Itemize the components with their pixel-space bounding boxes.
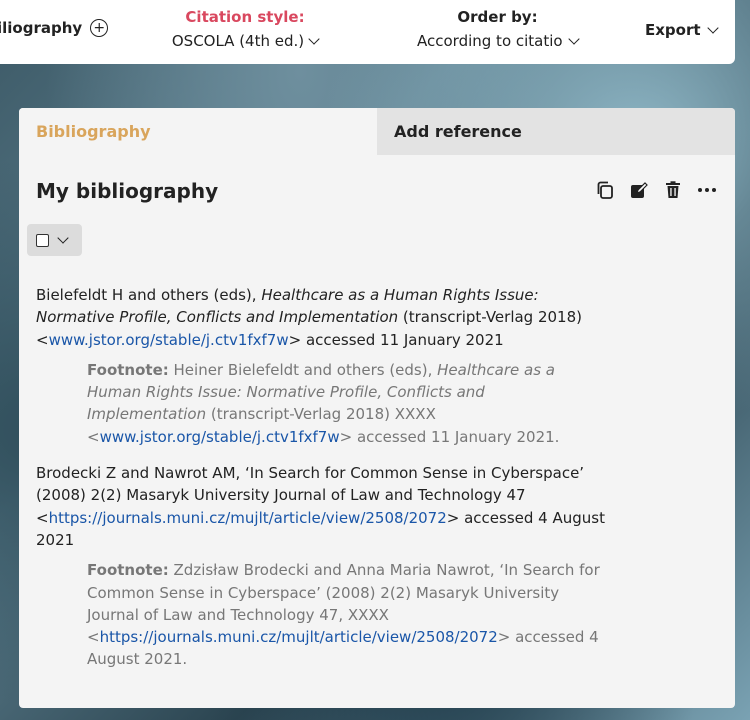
bibliography-selector[interactable]: iliography + [0, 19, 109, 37]
chevron-down-icon [568, 33, 580, 45]
order-by-dropdown[interactable]: According to citation style [395, 32, 600, 50]
export-dropdown[interactable]: Export [645, 21, 719, 39]
more-icon[interactable] [697, 180, 717, 200]
bibliography-actions [595, 180, 717, 200]
order-by-label: Order by: [457, 8, 538, 26]
chevron-down-icon [308, 33, 320, 45]
top-toolbar: iliography + Citation style: OSCOLA (4th… [0, 0, 735, 64]
select-all-checkbox[interactable] [36, 233, 49, 247]
select-all-dropdown[interactable] [27, 224, 82, 256]
list-item: Brodecki Z and Nawrot AM, ‘In Search for… [36, 462, 606, 671]
reference-link[interactable]: www.jstor.org/stable/j.ctv1fxf7w [49, 331, 289, 349]
bibliography-title: iliography [0, 19, 83, 37]
citation-style-label: Citation style: [185, 8, 305, 26]
footnote-link[interactable]: https://journals.muni.cz/mujlt/article/v… [100, 628, 498, 646]
export-label: Export [645, 21, 701, 39]
footnote-text: Footnote: Zdzisław Brodecki and Anna Mar… [87, 559, 607, 670]
tab-add-reference[interactable]: Add reference [377, 108, 735, 155]
tab-bar: Bibliography Add reference [19, 108, 735, 155]
citation-style-control: Citation style: OSCOLA (4th ed.) [160, 8, 330, 50]
page-title: My bibliography [36, 179, 219, 203]
foot-text: > accessed 11 January 2021. [339, 427, 560, 446]
reference-link[interactable]: https://journals.muni.cz/mujlt/article/v… [49, 509, 447, 527]
reference-text: Brodecki Z and Nawrot AM, ‘In Search for… [36, 462, 606, 551]
chevron-down-icon [706, 22, 719, 34]
trash-icon[interactable] [663, 180, 683, 200]
foot-text: Heiner Bielefeldt and others (eds), [168, 360, 438, 379]
tab-bibliography[interactable]: Bibliography [19, 108, 377, 155]
add-circle-icon[interactable]: + [90, 19, 109, 37]
footnote-label: Footnote: [87, 360, 169, 379]
edit-icon[interactable] [629, 180, 649, 200]
ref-text: Bielefeldt H and others (eds), [36, 286, 262, 304]
bibliography-panel: Bibliography Add reference My bibliograp… [19, 108, 735, 708]
order-by-value: According to citation style [417, 32, 564, 50]
order-by-control: Order by: According to citation style [395, 8, 600, 50]
footnote-label: Footnote: [87, 561, 169, 580]
copy-icon[interactable] [595, 180, 615, 200]
reference-list: Bielefeldt H and others (eds), Healthcar… [36, 284, 606, 685]
chevron-down-icon[interactable] [57, 232, 69, 244]
citation-style-value: OSCOLA (4th ed.) [171, 32, 305, 50]
ref-text: > accessed 11 January 2021 [288, 330, 504, 349]
footnote-text: Footnote: Heiner Bielefeldt and others (… [87, 359, 607, 448]
list-item: Bielefeldt H and others (eds), Healthcar… [36, 284, 606, 448]
citation-style-dropdown[interactable]: OSCOLA (4th ed.) [160, 32, 330, 50]
reference-text: Bielefeldt H and others (eds), Healthcar… [36, 284, 606, 351]
footnote-link[interactable]: www.jstor.org/stable/j.ctv1fxf7w [100, 428, 340, 446]
